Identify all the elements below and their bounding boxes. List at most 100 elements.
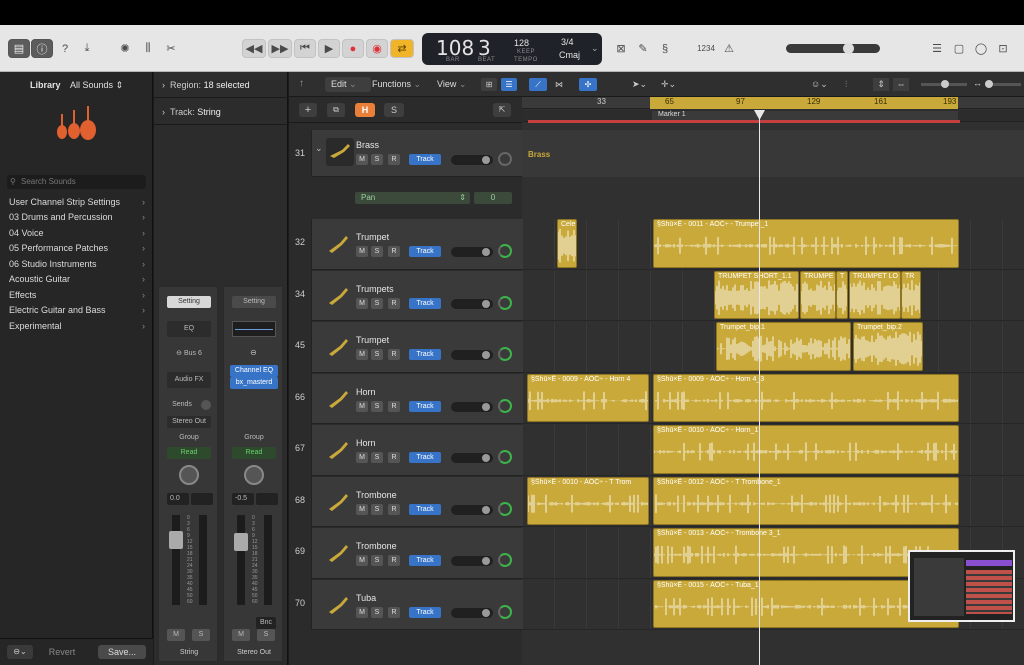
automation-parameter-select[interactable]: Pan ⇕ (355, 192, 470, 204)
waveform-zoom-icon[interactable]: ⫶ (845, 78, 861, 91)
pan-knob[interactable] (498, 244, 512, 258)
mute-button[interactable]: M (356, 297, 368, 309)
pan-knob[interactable] (498, 604, 512, 619)
solo-button[interactable]: S (371, 400, 383, 412)
volume-slider[interactable] (451, 155, 493, 165)
track-button[interactable]: Track (409, 246, 441, 257)
volume-fader[interactable] (234, 515, 248, 605)
track-name[interactable]: Trombone (356, 541, 397, 551)
snap-icon[interactable]: ✣ (579, 78, 597, 91)
inspector-icon[interactable]: ⓘ (31, 39, 53, 58)
add-track-button[interactable]: + (299, 103, 317, 117)
track-name[interactable]: Trombone (356, 490, 397, 500)
library-icon[interactable]: ▤ (8, 39, 30, 58)
automation-value[interactable]: 0 (474, 192, 512, 204)
track-button[interactable]: Track (409, 452, 441, 463)
lcd-display[interactable]: 108 3 BAR BEAT 128 KEEP TEMPO 3/4 Cmaj ⌄ (422, 33, 602, 65)
record-enable-button[interactable]: R (388, 606, 400, 618)
play-icon[interactable]: ▶ (318, 39, 340, 58)
pan-knob[interactable] (244, 465, 264, 485)
volume-fader[interactable] (169, 515, 183, 605)
track-button[interactable]: Track (409, 154, 441, 165)
folder-track-header[interactable]: ⌄ Brass M S R Track (311, 130, 522, 177)
edit-menu[interactable]: Edit ⌄ (325, 77, 371, 92)
track-header[interactable]: Trombone M S R Track (311, 476, 522, 527)
track-name[interactable]: Trumpets (356, 284, 394, 294)
save-button[interactable]: Save... (98, 645, 146, 659)
rewind-icon[interactable]: ◀◀ (242, 39, 266, 58)
cycle-icon[interactable]: ⇄ (390, 39, 414, 58)
track-header[interactable]: Horn M S R Track (311, 425, 522, 476)
group-slot[interactable]: Group (167, 432, 211, 444)
volume-slider[interactable] (451, 453, 493, 463)
revert-button[interactable]: Revert (40, 645, 84, 659)
mute-button[interactable]: M (356, 555, 368, 566)
solo-global-button[interactable]: S (384, 103, 404, 117)
link-icon[interactable]: ⊖ (250, 348, 257, 357)
track-name[interactable]: Brass (356, 140, 379, 150)
library-item[interactable]: Electric Guitar and Bass › (9, 303, 149, 318)
bar-ruler[interactable]: 33 65 97 129 161 193 (522, 97, 1024, 109)
volume-slider[interactable] (451, 607, 493, 618)
mute-button[interactable]: M (356, 154, 368, 165)
pencil-icon[interactable]: ✎ (634, 39, 652, 58)
audio-region[interactable]: TRUMPET LO (849, 270, 901, 319)
audio-region[interactable]: Trumpet_bip.1 (716, 322, 851, 371)
marker-label[interactable]: Marker 1 (658, 111, 686, 118)
pan-knob[interactable] (498, 347, 512, 361)
view-menu[interactable]: View ⌄ (431, 77, 473, 92)
sends-knob[interactable] (201, 400, 211, 410)
count-in[interactable]: 1234 (693, 39, 719, 58)
solo-button[interactable]: S (371, 154, 383, 165)
record-enable-button[interactable]: R (388, 297, 400, 309)
lcd-chevron-down-icon[interactable]: ⌄ (591, 43, 599, 54)
solo-button[interactable]: S (257, 629, 275, 641)
catch-icon[interactable]: ⇱ (493, 103, 511, 117)
audio-region[interactable]: §Šhū×Ë - 0010 - ÀÓČ÷ - Horn_1 (653, 425, 959, 474)
mute-button[interactable]: M (356, 606, 368, 618)
pan-knob[interactable] (498, 450, 512, 464)
mixer-icon[interactable]: ⫼ (139, 39, 157, 58)
sounds-filter[interactable]: All Sounds ⇕ (70, 80, 123, 91)
audio-region[interactable]: §Šhū×Ë - 0012 - ÀÓČ÷ - T Trombone_1 (653, 476, 959, 525)
download-icon[interactable]: ⤓ (78, 39, 96, 58)
fader-cap[interactable] (234, 533, 248, 551)
notepad-icon[interactable]: ▢ (950, 39, 968, 58)
track-button[interactable]: Track (409, 400, 441, 412)
eq-thumbnail[interactable] (232, 321, 276, 337)
track-name[interactable]: Tuba (356, 593, 376, 603)
volume-slider[interactable] (451, 298, 493, 309)
browser-icon[interactable]: ⊡ (994, 39, 1012, 58)
solo-button[interactable]: S (371, 503, 383, 515)
cycle-area[interactable] (650, 97, 958, 109)
output-slot[interactable]: Stereo Out (167, 416, 211, 428)
tuner-icon[interactable]: ⊠ (612, 39, 630, 58)
folder-region-label[interactable]: Brass (528, 150, 550, 159)
volume-slider[interactable] (451, 247, 493, 257)
track-name[interactable]: Trumpet (356, 232, 389, 242)
track-button[interactable]: Track (409, 555, 441, 566)
search-input[interactable]: ⚲ Search Sounds (7, 175, 146, 189)
plugin-slot-channel-eq[interactable]: Channel EQ (230, 365, 278, 377)
audio-region[interactable]: TRUMPET SHORT_1.1 (714, 270, 799, 319)
bus-slot[interactable]: ⊖ Bus 6 (167, 348, 211, 360)
library-item[interactable]: 04 Voice › (9, 225, 149, 240)
solo-button[interactable]: S (192, 629, 210, 641)
mute-button[interactable]: M (232, 629, 250, 641)
audio-fx-slot[interactable]: Audio FX (167, 372, 211, 388)
group-slot[interactable]: Group (232, 432, 276, 444)
master-volume-slider[interactable] (786, 43, 880, 54)
pointer-tool-icon[interactable]: ➤⌄ (632, 78, 656, 91)
audio-region[interactable]: T (836, 270, 848, 319)
pan-knob[interactable] (498, 295, 512, 310)
library-item[interactable]: 06 Studio Instruments › (9, 256, 149, 271)
duplicate-track-icon[interactable]: ⧉ (327, 103, 345, 117)
slider-knob[interactable] (985, 80, 993, 88)
scissors-icon[interactable]: ✂ (162, 39, 180, 58)
mute-button[interactable]: M (356, 246, 368, 257)
library-item[interactable]: Effects › (9, 287, 149, 302)
library-options-icon[interactable]: ⊖⌄ (7, 645, 33, 659)
mute-button[interactable]: M (356, 503, 368, 515)
pan-knob[interactable] (179, 465, 199, 485)
track-header[interactable]: Trumpets M S R Track (311, 270, 522, 321)
